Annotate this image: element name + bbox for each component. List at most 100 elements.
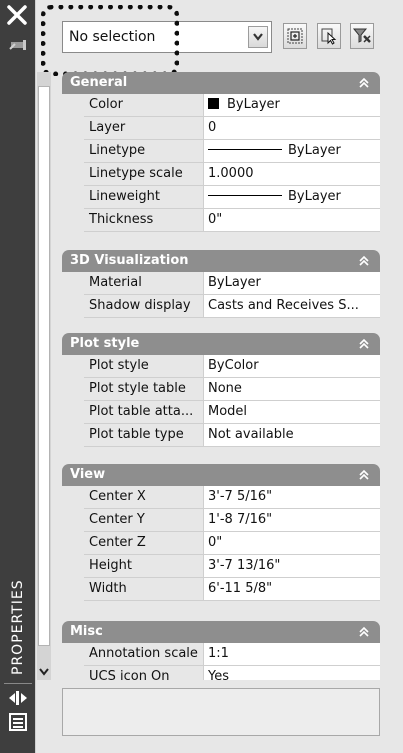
property-row-shadow-display[interactable]: Shadow display Casts and Receives S... [84, 295, 380, 318]
menu-icon [9, 713, 27, 731]
double-chevron-up-icon [359, 255, 369, 266]
selection-dropdown[interactable]: No selection [62, 21, 272, 53]
chevron-down-icon [253, 33, 263, 41]
section-header-misc[interactable]: Misc [62, 621, 380, 643]
section-title: General [70, 75, 128, 90]
palette-options-button[interactable] [7, 34, 29, 56]
section-title: Plot style [70, 336, 140, 351]
property-value[interactable]: ByLayer [204, 94, 380, 116]
collapse-button[interactable] [356, 624, 372, 640]
quick-select-icon [352, 28, 371, 43]
property-value[interactable]: ByLayer [204, 272, 380, 294]
property-row-center-z[interactable]: Center Z 0" [84, 532, 380, 555]
property-row-thickness[interactable]: Thickness 0" [84, 209, 380, 232]
property-value[interactable]: ByLayer [204, 186, 380, 208]
linetype-preview [208, 149, 282, 150]
property-value[interactable]: Casts and Receives S... [204, 295, 380, 317]
auto-hide-icon [9, 691, 27, 705]
property-value[interactable]: 1'-8 7/16" [204, 509, 380, 531]
property-label: Plot table type [84, 424, 204, 446]
pin-icon [9, 40, 26, 50]
section-header-general[interactable]: General [62, 72, 380, 94]
collapse-button[interactable] [356, 336, 372, 352]
property-value[interactable]: 6'-11 5/8" [204, 578, 380, 600]
quick-select-button[interactable] [350, 23, 374, 49]
property-value[interactable]: 3'-7 13/16" [204, 555, 380, 577]
section-title: View [70, 467, 106, 482]
section-view: View Center X 3'-7 5/16" Center Y 1'-8 7/1… [62, 464, 380, 601]
color-swatch [208, 98, 219, 109]
property-label: Height [84, 555, 204, 577]
strip-divider [4, 683, 32, 684]
dropdown-arrow-button[interactable] [248, 26, 268, 48]
auto-hide-button[interactable] [7, 688, 29, 708]
linetype-value: ByLayer [288, 143, 341, 158]
property-value[interactable]: ByLayer [204, 140, 380, 162]
property-value[interactable]: Model [204, 401, 380, 423]
property-row-lineweight[interactable]: Lineweight ByLayer [84, 186, 380, 209]
property-row-plot-table-attached[interactable]: Plot table atta... Model [84, 401, 380, 424]
property-label: Color [84, 94, 204, 116]
property-row-plot-table-type[interactable]: Plot table type Not available [84, 424, 380, 447]
property-row-plot-style[interactable]: Plot style ByColor [84, 355, 380, 378]
section-plot-style: Plot style Plot style ByColor Plot style … [62, 333, 380, 447]
section-header-view[interactable]: View [62, 464, 380, 486]
property-row-width[interactable]: Width 6'-11 5/8" [84, 578, 380, 601]
section-header-plot-style[interactable]: Plot style [62, 333, 380, 355]
property-value[interactable]: ByColor [204, 355, 380, 377]
close-button[interactable] [6, 4, 28, 26]
section-general: General Color ByLayer Layer 0 Linetype ByLa… [62, 72, 380, 232]
properties-palette: PROPERTIES No selection General Color By… [0, 0, 403, 753]
property-label: Linetype [84, 140, 204, 162]
double-chevron-up-icon [359, 338, 369, 349]
property-label: Material [84, 272, 204, 294]
select-objects-icon [321, 28, 337, 45]
lineweight-preview [208, 195, 282, 196]
property-label: Plot style table [84, 378, 204, 400]
property-row-center-y[interactable]: Center Y 1'-8 7/16" [84, 509, 380, 532]
property-label: Annotation scale [84, 643, 204, 665]
property-label: Lineweight [84, 186, 204, 208]
property-value[interactable]: Yes [204, 666, 380, 680]
property-value[interactable]: 0 [204, 117, 380, 139]
property-grid: General Color ByLayer Layer 0 Linetype ByLa… [0, 72, 403, 680]
collapse-button[interactable] [356, 253, 372, 269]
section-3d-visualization: 3D Visualization Material ByLayer Shadow … [62, 250, 380, 318]
property-row-annotation-scale[interactable]: Annotation scale 1:1 [84, 643, 380, 666]
property-value[interactable]: 1:1 [204, 643, 380, 665]
section-title: 3D Visualization [70, 253, 189, 268]
property-label: Center Z [84, 532, 204, 554]
property-row-plot-style-table[interactable]: Plot style table None [84, 378, 380, 401]
property-value[interactable]: 1.0000 [204, 163, 380, 185]
property-row-layer[interactable]: Layer 0 [84, 117, 380, 140]
properties-menu-button[interactable] [7, 712, 29, 732]
collapse-button[interactable] [356, 75, 372, 91]
section-misc: Misc Annotation scale 1:1 UCS icon On Yes [62, 621, 380, 680]
property-row-height[interactable]: Height 3'-7 13/16" [84, 555, 380, 578]
property-label: UCS icon On [84, 666, 204, 680]
double-chevron-up-icon [359, 77, 369, 88]
double-chevron-up-icon [359, 469, 369, 480]
property-value[interactable]: None [204, 378, 380, 400]
lineweight-value: ByLayer [288, 189, 341, 204]
property-label: Width [84, 578, 204, 600]
collapse-button[interactable] [356, 467, 372, 483]
toggle-pickadd-button[interactable] [283, 23, 307, 49]
property-label: Center X [84, 486, 204, 508]
section-title: Misc [70, 624, 103, 639]
property-label: Shadow display [84, 295, 204, 317]
property-row-color[interactable]: Color ByLayer [84, 94, 380, 117]
property-row-linetype[interactable]: Linetype ByLayer [84, 140, 380, 163]
property-value[interactable]: 0" [204, 209, 380, 231]
select-objects-button[interactable] [317, 23, 341, 49]
toggle-pickadd-icon [287, 28, 303, 44]
property-label: Layer [84, 117, 204, 139]
property-value[interactable]: 0" [204, 532, 380, 554]
property-value[interactable]: Not available [204, 424, 380, 446]
property-row-linetype-scale[interactable]: Linetype scale 1.0000 [84, 163, 380, 186]
property-row-center-x[interactable]: Center X 3'-7 5/16" [84, 486, 380, 509]
property-row-ucs-icon-on[interactable]: UCS icon On Yes [84, 666, 380, 680]
property-value[interactable]: 3'-7 5/16" [204, 486, 380, 508]
section-header-3d-visualization[interactable]: 3D Visualization [62, 250, 380, 272]
property-row-material[interactable]: Material ByLayer [84, 272, 380, 295]
